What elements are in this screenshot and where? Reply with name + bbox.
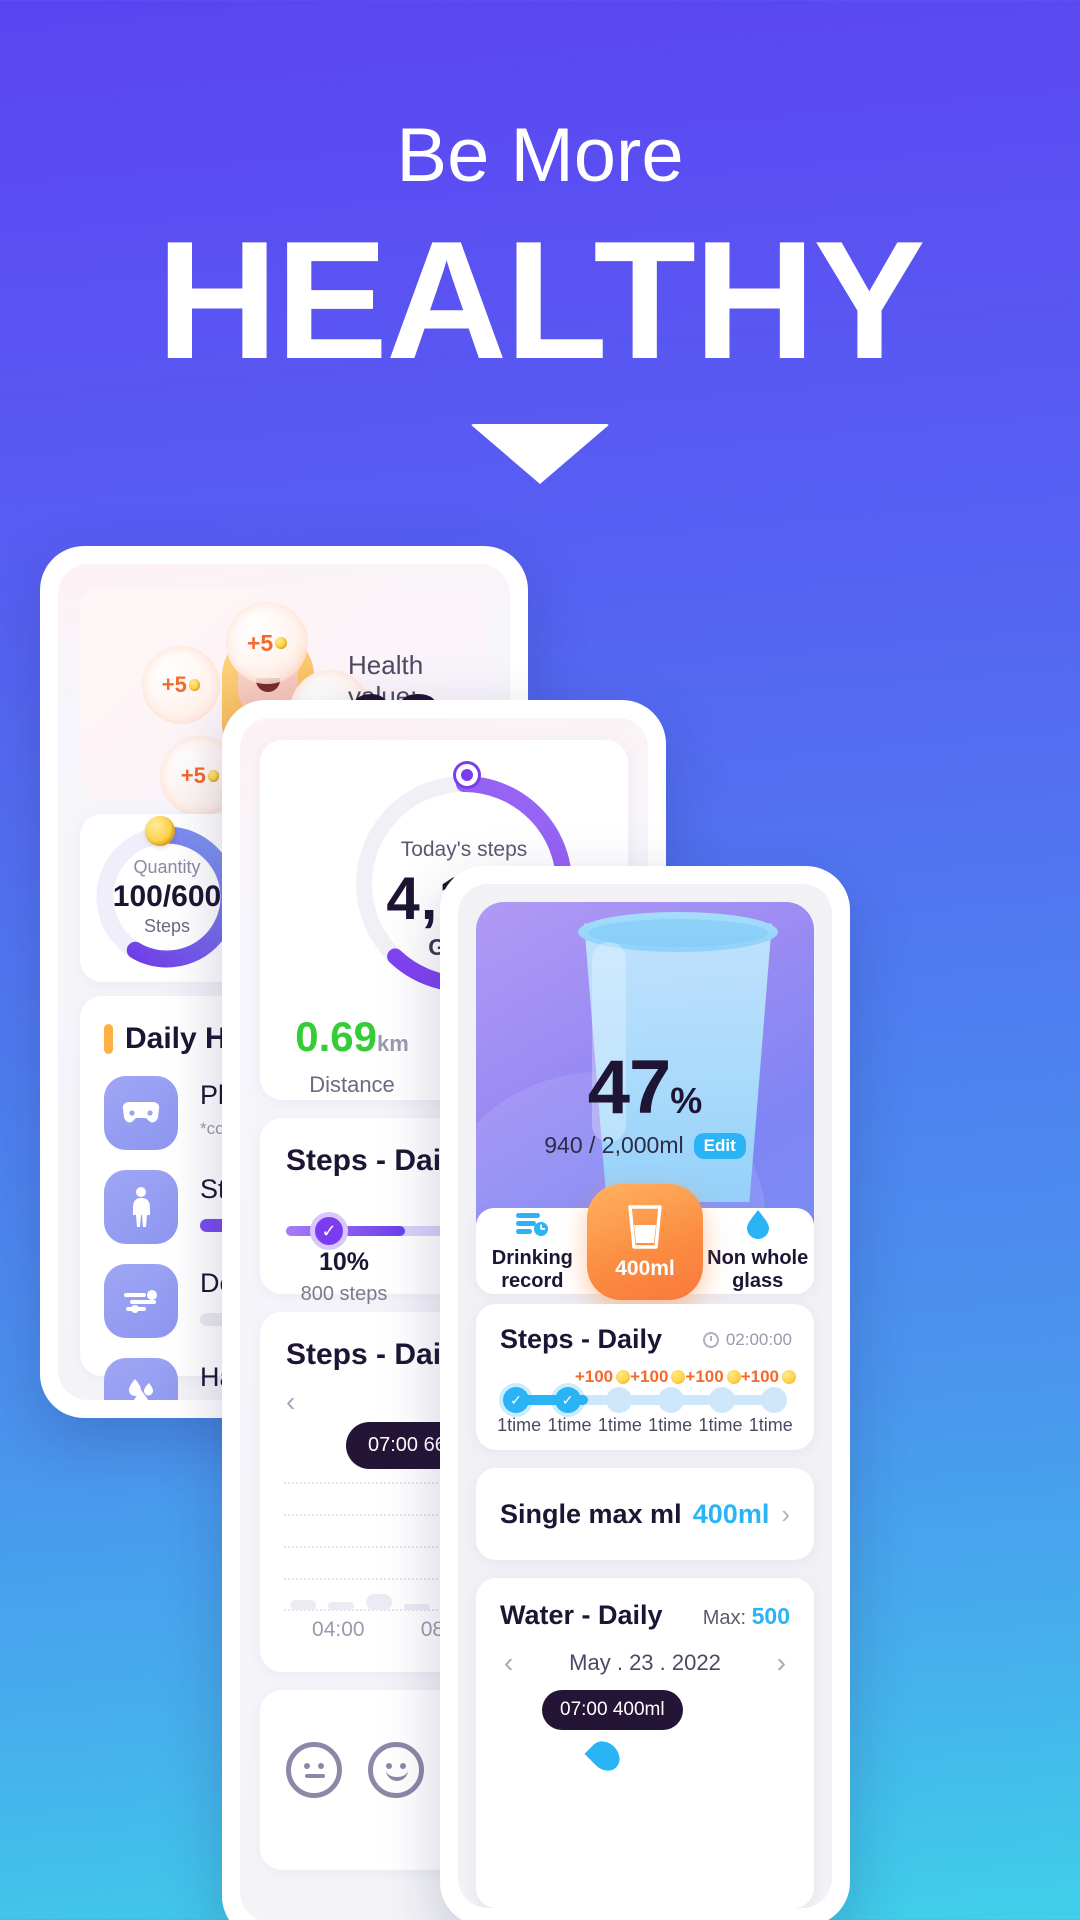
slider-knob-completed[interactable]: ✓ xyxy=(310,1212,348,1250)
add-water-label: 400ml xyxy=(615,1257,675,1280)
water-daily-nav: ‹ May . 23 . 2022 › xyxy=(476,1631,814,1679)
chart-bar xyxy=(328,1602,354,1610)
neutral-face-icon[interactable] xyxy=(286,1742,342,1798)
reward-label: +5 xyxy=(246,629,274,656)
step-dot-checked[interactable]: ✓ xyxy=(503,1387,529,1413)
phone3-screen: 47% 940 / 2,000ml Edit Drinking record N… xyxy=(458,884,832,1908)
water-steps-rewards: +100 +100 +100 +100 xyxy=(476,1355,814,1387)
reward-label: +5 xyxy=(161,672,187,697)
reward-bubble: +5 xyxy=(226,602,308,684)
chevron-down-arrow-icon xyxy=(470,424,610,485)
today-steps-label: Today's steps xyxy=(400,838,528,861)
wind-icon xyxy=(104,1264,178,1338)
reward-label: +5 xyxy=(180,763,206,788)
step-dot[interactable] xyxy=(761,1387,787,1413)
quantity-unit: Steps xyxy=(143,916,191,936)
metric-value: 0.69 xyxy=(295,1013,377,1060)
edit-button[interactable]: Edit xyxy=(693,1132,746,1159)
clock-icon xyxy=(702,1331,719,1348)
glass-icon xyxy=(628,1205,662,1249)
water-daily-tooltip: 07:00 400ml xyxy=(542,1690,683,1730)
reward-bubble: +5 xyxy=(142,646,220,724)
step-dot[interactable] xyxy=(657,1387,684,1413)
coin-icon xyxy=(188,679,201,691)
reward-cell: +100 xyxy=(741,1367,796,1387)
tab-drinking-record[interactable]: Drinking record xyxy=(476,1209,589,1293)
chart-bar xyxy=(290,1600,316,1610)
chevron-right-icon: › xyxy=(781,1498,790,1529)
water-steps-time: 02:00:00 xyxy=(702,1329,792,1350)
reward-cell xyxy=(494,1367,534,1387)
time-label: 1time xyxy=(648,1415,693,1435)
tick-percent: 10% xyxy=(318,1248,370,1276)
single-max-row[interactable]: Single max ml 400ml › xyxy=(476,1468,814,1560)
max-label: Max: xyxy=(702,1607,747,1629)
water-amount: 940 / 2,000ml xyxy=(544,1132,684,1158)
quantity-ring: Quantity 100/600 Steps xyxy=(90,816,244,974)
coin-icon xyxy=(275,637,288,649)
reward-cell xyxy=(534,1367,574,1387)
time-label: 1time xyxy=(698,1415,743,1435)
reward-cell: +100 xyxy=(575,1367,631,1387)
steps-ring-knob[interactable] xyxy=(456,764,478,786)
water-percent-sign: % xyxy=(670,1080,703,1121)
gamepad-icon xyxy=(104,1076,178,1150)
chevron-right-icon[interactable]: › xyxy=(777,1647,786,1679)
water-drop-icon xyxy=(701,1209,814,1239)
water-steps-title: Steps - Daily xyxy=(500,1324,663,1354)
water-daily-header: Water - Daily Max: 500 xyxy=(476,1578,814,1631)
water-steps-header: Steps - Daily 02:00:00 xyxy=(476,1304,814,1355)
water-steps-track[interactable]: ✓ ✓ xyxy=(503,1387,787,1413)
records-clock-icon xyxy=(476,1209,589,1239)
single-max-label: Single max ml xyxy=(500,1498,682,1529)
metric-caption: Distance xyxy=(309,1072,395,1097)
reward-cell: +100 xyxy=(685,1367,741,1387)
water-percent: 47% xyxy=(476,1044,814,1131)
accent-bar xyxy=(104,1024,113,1054)
step-dot[interactable] xyxy=(606,1387,633,1413)
time-value: 02:00:00 xyxy=(725,1329,792,1349)
hero-banner: Be More HEALTHY xyxy=(0,0,1080,485)
water-daily-card: Water - Daily Max: 500 ‹ May . 23 . 2022… xyxy=(476,1578,814,1908)
tick-steps: 800 steps xyxy=(300,1283,388,1305)
chart-bar xyxy=(366,1594,392,1610)
person-standing-icon xyxy=(104,1170,178,1244)
chevron-left-icon[interactable]: ‹ xyxy=(504,1647,513,1679)
chart-bar xyxy=(404,1604,430,1610)
water-percent-value: 47 xyxy=(587,1045,672,1130)
water-drops-icon xyxy=(104,1358,178,1400)
metric-distance: 0.69km Distance xyxy=(260,1016,444,1098)
tab-label: Drinking record xyxy=(491,1247,573,1292)
reward-cell: +100 xyxy=(630,1367,686,1387)
coin-icon xyxy=(207,770,220,782)
water-drop-marker-icon xyxy=(584,1735,626,1777)
water-steps-card: Steps - Daily 02:00:00 +100 +100 +100 +1… xyxy=(476,1304,814,1450)
chevron-left-icon[interactable]: ‹ xyxy=(286,1386,295,1418)
quantity-caption: Quantity xyxy=(133,857,201,877)
tab-label: Non whole glass xyxy=(707,1247,809,1292)
axis-tick: 04:00 xyxy=(312,1618,365,1641)
water-amount-row: 940 / 2,000ml Edit xyxy=(476,1132,814,1159)
water-daily-max: Max: 500 xyxy=(703,1603,790,1630)
slider-tick: 10% 800 steps xyxy=(274,1248,414,1306)
time-label: 1time xyxy=(597,1415,642,1435)
max-value: 500 xyxy=(751,1603,790,1629)
quantity-value: 100/600 xyxy=(112,880,222,913)
time-label: 1time xyxy=(497,1415,542,1435)
single-max-value: 400ml xyxy=(692,1498,770,1529)
add-water-button[interactable]: 400ml xyxy=(587,1184,703,1300)
time-label: 1time xyxy=(547,1415,592,1435)
metric-unit: km xyxy=(376,1031,409,1056)
step-dot[interactable] xyxy=(709,1387,736,1413)
water-daily-date: May . 23 . 2022 xyxy=(569,1650,721,1675)
water-daily-title: Water - Daily xyxy=(500,1600,663,1630)
time-label: 1time xyxy=(748,1415,793,1435)
step-dot-checked[interactable]: ✓ xyxy=(554,1387,581,1413)
tab-non-whole-glass[interactable]: Non whole glass xyxy=(701,1209,814,1293)
phone-mockup-water: 47% 940 / 2,000ml Edit Drinking record N… xyxy=(440,866,850,1920)
hero-title: HEALTHY xyxy=(156,206,926,394)
water-steps-times: 1time 1time 1time 1time 1time 1time xyxy=(476,1405,814,1436)
hero-subtitle: Be More xyxy=(396,113,684,198)
smile-face-icon[interactable] xyxy=(368,1742,424,1798)
